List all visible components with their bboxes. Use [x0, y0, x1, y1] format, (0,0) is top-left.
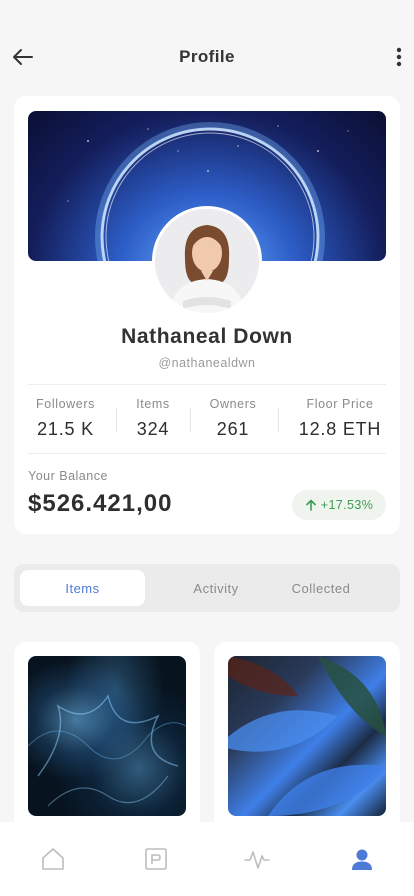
user-name: Nathaneal Down: [121, 325, 293, 348]
balance-change-badge: +17.53%: [292, 490, 386, 520]
stat-divider: [190, 408, 191, 432]
tab-items[interactable]: Items: [20, 570, 145, 606]
stat-label: Floor Price: [306, 397, 374, 411]
profile-tabs: Items Activity Collected: [14, 564, 400, 612]
item-image-leaves: [228, 656, 386, 816]
stat-label: Items: [136, 397, 170, 411]
item-card[interactable]: [214, 642, 400, 842]
balance-label: Your Balance: [28, 469, 108, 483]
profile-icon: [352, 849, 372, 870]
nav-profile[interactable]: [349, 846, 375, 872]
stat-items[interactable]: Items 324: [128, 397, 178, 440]
user-portrait: [155, 209, 259, 313]
wallet-icon: [145, 848, 167, 870]
stat-followers[interactable]: Followers 21.5 K: [28, 397, 103, 440]
more-options-button[interactable]: [392, 44, 406, 70]
bottom-nav: [0, 822, 414, 896]
nav-activity[interactable]: [244, 846, 270, 872]
stat-divider: [278, 408, 279, 432]
stats-row: Followers 21.5 K Items 324 Owners 261 Fl…: [28, 384, 386, 454]
balance-change-value: +17.53%: [320, 498, 374, 512]
user-handle: @nathanealdwn: [158, 356, 256, 370]
more-vertical-icon: [396, 47, 402, 67]
profile-card: Nathaneal Down @nathanealdwn Followers 2…: [14, 96, 400, 534]
avatar[interactable]: [152, 206, 262, 316]
stat-value: 324: [136, 419, 170, 439]
arrow-up-icon: [305, 499, 316, 511]
stat-value: 12.8 ETH: [298, 419, 382, 439]
stat-value: 21.5 K: [37, 419, 94, 439]
stat-owners[interactable]: Owners 261: [200, 397, 266, 440]
balance-value: $526.421,00: [28, 490, 173, 517]
tab-activity[interactable]: Activity: [160, 570, 272, 606]
stat-label: Followers: [36, 397, 95, 411]
nav-wallet[interactable]: [143, 846, 169, 872]
activity-icon: [244, 851, 270, 869]
nav-home[interactable]: [40, 846, 66, 872]
tab-collected[interactable]: Collected: [272, 570, 370, 606]
smoke-art: [28, 694, 186, 807]
stat-label: Owners: [209, 397, 257, 411]
home-icon: [42, 848, 64, 870]
page-title: Profile: [179, 47, 235, 66]
stat-divider: [116, 408, 117, 432]
top-bar: Profile: [0, 38, 414, 78]
leaves-art: [228, 656, 386, 816]
item-image-smoke: [28, 656, 186, 816]
stat-floor-price[interactable]: Floor Price 12.8 ETH: [294, 397, 386, 440]
item-card[interactable]: [14, 642, 200, 842]
stat-value: 261: [216, 419, 250, 439]
